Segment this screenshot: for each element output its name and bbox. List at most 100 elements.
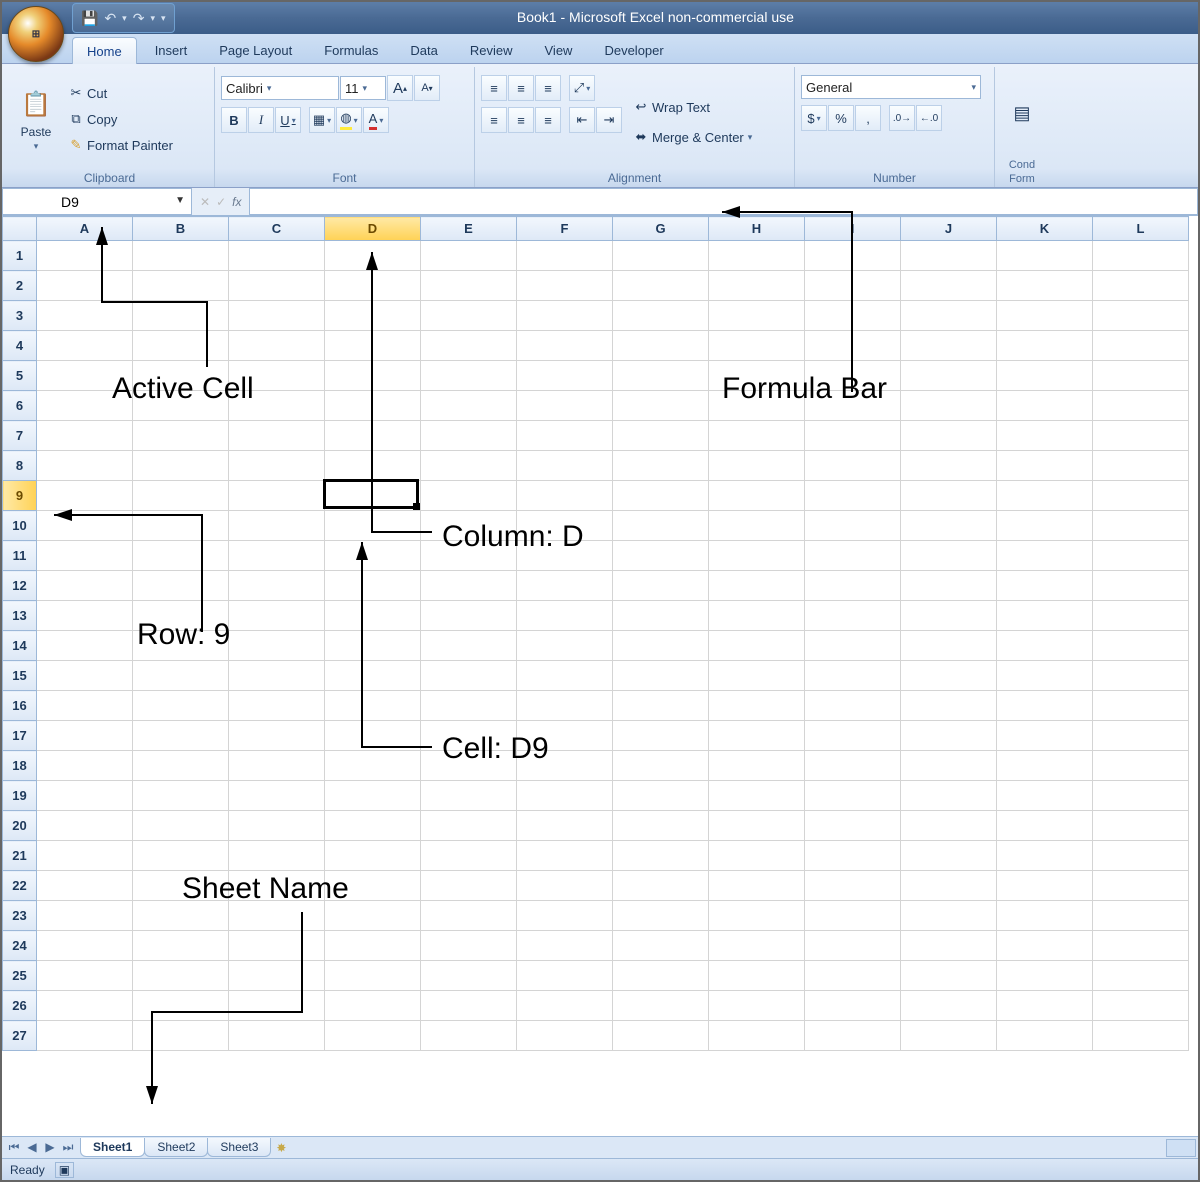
cell[interactable]: [709, 481, 805, 511]
cell[interactable]: [421, 661, 517, 691]
cell[interactable]: [1093, 751, 1189, 781]
percent-button[interactable]: %: [828, 105, 854, 131]
cell[interactable]: [997, 781, 1093, 811]
cell[interactable]: [517, 601, 613, 631]
cell[interactable]: [901, 271, 997, 301]
cell[interactable]: [709, 871, 805, 901]
cell[interactable]: [517, 661, 613, 691]
new-sheet-button[interactable]: ✸: [270, 1141, 292, 1155]
row-header[interactable]: 1: [3, 241, 37, 271]
row-header[interactable]: 3: [3, 301, 37, 331]
cell[interactable]: [613, 781, 709, 811]
cell[interactable]: [997, 301, 1093, 331]
sheet-nav-prev-icon[interactable]: ◀: [24, 1140, 40, 1155]
cell[interactable]: [613, 631, 709, 661]
enter-formula-icon[interactable]: ✓: [216, 195, 226, 209]
cell[interactable]: [901, 331, 997, 361]
paste-dropdown-icon[interactable]: ▾: [34, 141, 39, 152]
cell[interactable]: [1093, 721, 1189, 751]
cell[interactable]: [613, 1021, 709, 1051]
row-header[interactable]: 16: [3, 691, 37, 721]
cell[interactable]: [37, 241, 133, 271]
cell[interactable]: [421, 871, 517, 901]
cell[interactable]: [805, 841, 901, 871]
worksheet-grid[interactable]: ABCDEFGHIJKL1234567891011121314151617181…: [2, 216, 1198, 1136]
cell[interactable]: [229, 991, 325, 1021]
cell[interactable]: [37, 481, 133, 511]
cell[interactable]: [37, 301, 133, 331]
decrease-indent-button[interactable]: ⇤: [569, 107, 595, 133]
cell[interactable]: [37, 841, 133, 871]
row-header[interactable]: 4: [3, 331, 37, 361]
row-header[interactable]: 17: [3, 721, 37, 751]
cell[interactable]: [421, 331, 517, 361]
sheet-nav-last-icon[interactable]: ⏭: [60, 1140, 76, 1155]
cell[interactable]: [133, 721, 229, 751]
cell[interactable]: [805, 931, 901, 961]
cell[interactable]: [133, 331, 229, 361]
cell[interactable]: [517, 391, 613, 421]
cell[interactable]: [1093, 811, 1189, 841]
cell[interactable]: [133, 751, 229, 781]
cell[interactable]: [901, 1021, 997, 1051]
cell[interactable]: [421, 361, 517, 391]
cell[interactable]: [421, 391, 517, 421]
cell[interactable]: [613, 961, 709, 991]
cell[interactable]: [325, 331, 421, 361]
cell[interactable]: [229, 811, 325, 841]
cell[interactable]: [37, 811, 133, 841]
cell[interactable]: [1093, 631, 1189, 661]
bold-button[interactable]: B: [221, 107, 247, 133]
cell[interactable]: [805, 991, 901, 1021]
align-center-button[interactable]: ≡: [508, 107, 534, 133]
cell[interactable]: [325, 481, 421, 511]
cell[interactable]: [517, 481, 613, 511]
cell[interactable]: [229, 391, 325, 421]
cell[interactable]: [37, 901, 133, 931]
cell[interactable]: [901, 901, 997, 931]
office-button[interactable]: ⊞: [8, 6, 64, 62]
column-header[interactable]: H: [709, 217, 805, 241]
row-header[interactable]: 15: [3, 661, 37, 691]
cell[interactable]: [229, 481, 325, 511]
cell[interactable]: [421, 721, 517, 751]
cell[interactable]: [709, 571, 805, 601]
cell[interactable]: [613, 751, 709, 781]
cell[interactable]: [709, 511, 805, 541]
row-header[interactable]: 9: [3, 481, 37, 511]
cell[interactable]: [229, 901, 325, 931]
cell[interactable]: [229, 631, 325, 661]
cell[interactable]: [901, 781, 997, 811]
cell[interactable]: [37, 361, 133, 391]
cell[interactable]: [901, 361, 997, 391]
cell[interactable]: [1093, 241, 1189, 271]
cell[interactable]: [1093, 541, 1189, 571]
cell[interactable]: [613, 811, 709, 841]
cell[interactable]: [613, 721, 709, 751]
cell[interactable]: [997, 571, 1093, 601]
row-header[interactable]: 2: [3, 271, 37, 301]
cell[interactable]: [229, 451, 325, 481]
select-all-button[interactable]: [3, 217, 37, 241]
cell[interactable]: [325, 811, 421, 841]
cell[interactable]: [229, 271, 325, 301]
cell[interactable]: [229, 781, 325, 811]
cell[interactable]: [805, 481, 901, 511]
cell[interactable]: [613, 871, 709, 901]
cell[interactable]: [133, 631, 229, 661]
cell[interactable]: [997, 841, 1093, 871]
cell[interactable]: [133, 871, 229, 901]
redo-icon[interactable]: ↷: [133, 10, 145, 27]
row-header[interactable]: 20: [3, 811, 37, 841]
row-header[interactable]: 25: [3, 961, 37, 991]
cell[interactable]: [1093, 301, 1189, 331]
formula-bar-input[interactable]: [249, 188, 1198, 215]
cell[interactable]: [613, 301, 709, 331]
row-header[interactable]: 13: [3, 601, 37, 631]
cell[interactable]: [421, 541, 517, 571]
cell[interactable]: [229, 1021, 325, 1051]
cell[interactable]: [997, 721, 1093, 751]
cell[interactable]: [709, 451, 805, 481]
cell[interactable]: [133, 991, 229, 1021]
cell[interactable]: [1093, 871, 1189, 901]
